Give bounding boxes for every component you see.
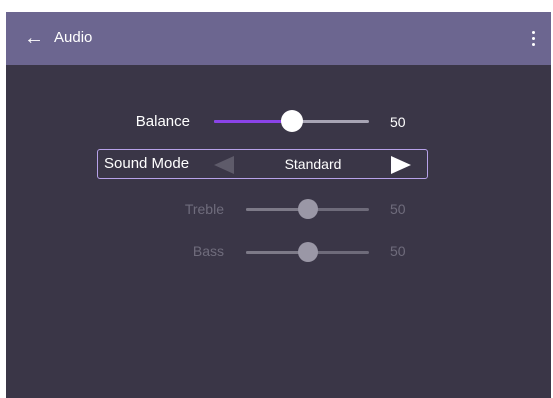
balance-label: Balance — [135, 113, 190, 130]
more-dot — [531, 42, 535, 46]
bass-slider-thumb — [297, 242, 318, 262]
sound-mode-selector[interactable]: Sound Mode Standard — [97, 149, 428, 179]
bass-slider — [246, 242, 369, 262]
balance-value: 50 — [390, 114, 406, 130]
more-dot — [531, 36, 535, 40]
bass-value: 50 — [390, 243, 406, 259]
treble-slider-thumb — [297, 199, 318, 219]
bass-label: Bass — [192, 243, 224, 259]
top-bar: ← Audio — [6, 12, 551, 65]
balance-slider-thumb[interactable] — [280, 110, 303, 132]
audio-settings-screen: ← Audio Balance 50 Sound Mode Standard T… — [6, 12, 551, 398]
more-dot — [531, 30, 535, 34]
balance-slider-fill — [214, 120, 292, 123]
page-title: Audio — [54, 29, 93, 46]
sound-mode-label: Sound Mode — [104, 155, 190, 172]
sound-mode-value: Standard — [284, 156, 342, 172]
previous-mode-arrow-icon[interactable] — [214, 156, 234, 174]
more-options-icon[interactable] — [521, 22, 545, 54]
treble-value: 50 — [390, 201, 406, 217]
treble-label: Treble — [184, 201, 224, 217]
back-arrow-icon[interactable]: ← — [24, 26, 48, 50]
next-mode-arrow-icon[interactable] — [391, 156, 411, 174]
treble-slider — [246, 199, 369, 219]
balance-slider[interactable] — [214, 110, 369, 132]
